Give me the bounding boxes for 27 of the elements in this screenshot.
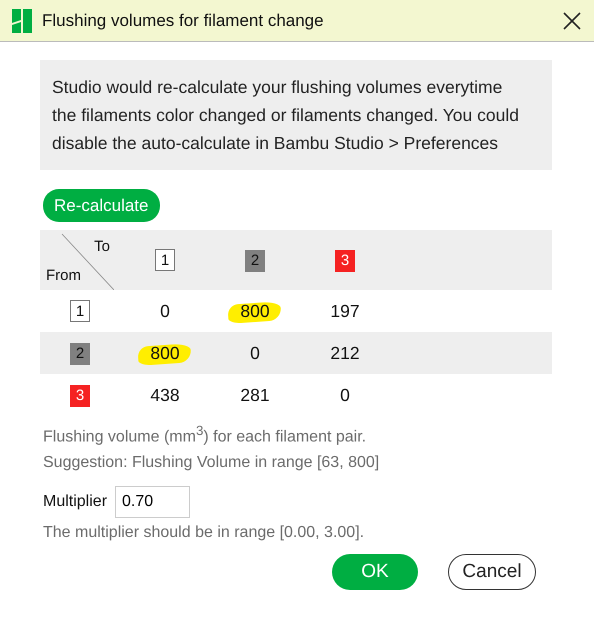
filament-swatch: 3	[70, 384, 90, 406]
filament-swatch: 1	[70, 300, 90, 322]
table-cell: 281	[240, 384, 270, 404]
highlighted-value: 800	[228, 300, 282, 322]
app-logo-icon	[12, 8, 32, 32]
window-title: Flushing volumes for filament change	[42, 10, 325, 30]
table-cell: 438	[150, 384, 180, 404]
multiplier-field[interactable]: 0.70	[115, 486, 190, 518]
flushing-volume-note: Flushing volume (mm$^{3}$) for each filament pair.	[43, 422, 368, 448]
filament-swatch: 1	[155, 249, 175, 271]
filament-swatch: 3	[335, 250, 355, 272]
filament-swatch: 2	[245, 250, 265, 272]
multiplier-hint: The multiplier should be in range [0.00, 3.00].	[43, 523, 366, 544]
table-cell: 0	[250, 342, 260, 362]
table-cell: 0	[160, 300, 170, 320]
to-label: To	[94, 238, 110, 255]
table-cell: 212	[330, 342, 360, 362]
info-message: Studio would re-calculate your flushing volumes everytime the filaments color changed or filaments changed. You could disable the auto-calculate in Bambu Studio > Preferences	[40, 60, 552, 170]
table-cell: 0	[340, 384, 350, 404]
table-cell: 197	[330, 300, 360, 320]
filament-swatch: 2	[70, 342, 90, 364]
suggestion-text: Suggestion: Flushing Volume in range [63, 800]	[43, 453, 380, 474]
close-icon[interactable]	[562, 10, 582, 30]
from-label: From	[46, 267, 81, 284]
highlighted-value: 800	[138, 342, 192, 364]
cancel-button[interactable]: Cancel	[448, 554, 536, 590]
multiplier-label: Multiplier	[43, 493, 108, 512]
